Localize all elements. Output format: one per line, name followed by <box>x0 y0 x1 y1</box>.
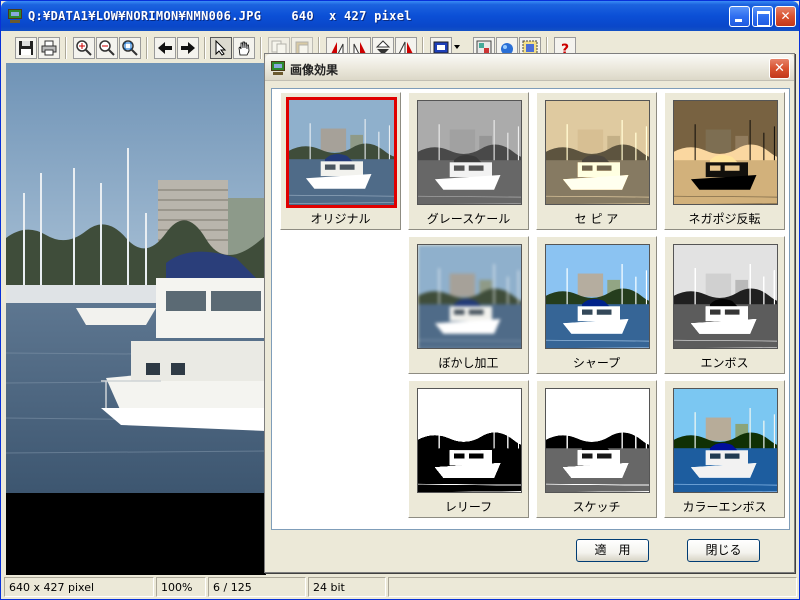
close-button[interactable]: ✕ <box>775 6 796 27</box>
effect-tile-sepia[interactable]: セ ピ ア <box>536 92 657 230</box>
effect-thumbnail <box>545 244 650 349</box>
effect-tile-blur[interactable]: ぼかし加工 <box>408 236 529 374</box>
floppy-disk-icon <box>19 41 33 55</box>
status-color-depth: 24 bit <box>308 577 386 597</box>
effect-label-text: カラーエンボス <box>682 500 767 514</box>
effect-thumbnail <box>417 388 522 493</box>
effect-thumbnail <box>417 244 522 349</box>
arrow-left-icon <box>158 42 172 54</box>
effect-label-text: オリジナル <box>307 212 374 226</box>
main-window: Q:¥DATA1¥LOW¥NORIMON¥NMN006.JPG 640 x 42… <box>0 0 800 600</box>
previous-image-button[interactable] <box>154 37 176 59</box>
print-button[interactable] <box>38 37 60 59</box>
status-dimensions: 640 x 427 pixel <box>4 577 154 597</box>
photo-image <box>6 63 266 493</box>
dialog-title-bar[interactable]: 画像効果 ✕ <box>265 54 794 81</box>
hand-tool-button[interactable] <box>233 37 255 59</box>
chevron-down-icon[interactable] <box>454 45 460 49</box>
printer-icon <box>41 40 57 56</box>
title-bar[interactable]: Q:¥DATA1¥LOW¥NORIMON¥NMN006.JPG 640 x 42… <box>1 1 799 31</box>
zoom-in-icon <box>76 40 92 56</box>
effect-label: エンボス <box>665 354 784 371</box>
effect-label-text: スケッチ <box>572 500 621 514</box>
zoom-fit-button[interactable] <box>119 37 141 59</box>
effect-thumbnail <box>286 97 397 208</box>
effect-label: グレースケール <box>409 210 528 227</box>
effect-label: オリジナル <box>281 210 400 227</box>
effect-label: シャープ <box>537 354 656 371</box>
effect-label-text: エンボス <box>700 356 749 370</box>
effect-tile-emboss[interactable]: エンボス <box>664 236 785 374</box>
save-button[interactable] <box>15 37 37 59</box>
effect-thumbnail <box>417 100 522 205</box>
effect-tile-negative[interactable]: ネガポジ反転 <box>664 92 785 230</box>
dialog-icon <box>270 60 286 76</box>
effect-tile-relief[interactable]: レリーフ <box>408 380 529 518</box>
effect-label-text: レリーフ <box>444 500 493 514</box>
zoom-in-button[interactable] <box>73 37 95 59</box>
status-image-index: 6 / 125 <box>208 577 306 597</box>
effect-label: ぼかし加工 <box>409 354 528 371</box>
effect-label: スケッチ <box>537 498 656 515</box>
apply-button[interactable]: 適 用 <box>576 539 649 562</box>
next-image-button[interactable] <box>177 37 199 59</box>
effect-thumbnail <box>545 388 650 493</box>
effects-panel: オリジナル グレースケール セ ピ ア ネガポジ反転ぼかし加工 シャープ エンボスレリーフ… <box>271 88 790 530</box>
effect-label-text: ネガポジ反転 <box>688 212 761 226</box>
minimize-icon <box>730 7 749 26</box>
maximize-icon <box>753 7 772 26</box>
zoom-out-icon <box>99 40 115 56</box>
zoom-fit-icon <box>122 40 138 56</box>
dialog-title: 画像効果 <box>290 63 339 77</box>
status-bar: 640 x 427 pixel 100% 6 / 125 24 bit <box>3 576 799 598</box>
effect-label-text: ぼかし加工 <box>438 356 499 370</box>
effect-label: ネガポジ反転 <box>665 210 784 227</box>
hand-icon <box>238 41 250 56</box>
effect-thumbnail <box>673 244 778 349</box>
image-view[interactable] <box>6 63 266 575</box>
arrow-right-icon <box>181 42 195 54</box>
effect-tile-sharpen[interactable]: シャープ <box>536 236 657 374</box>
effect-label-text: グレースケール <box>426 212 511 226</box>
maximize-button[interactable] <box>752 6 773 27</box>
status-zoom: 100% <box>156 577 206 597</box>
effect-thumbnail <box>673 100 778 205</box>
effect-label: カラーエンボス <box>665 498 784 515</box>
minimize-button[interactable] <box>729 6 750 27</box>
effect-tile-color-emboss[interactable]: カラーエンボス <box>664 380 785 518</box>
effect-tile-grayscale[interactable]: グレースケール <box>408 92 529 230</box>
effect-label-text: セ ピ ア <box>574 212 619 226</box>
app-icon <box>7 8 23 24</box>
effect-label: レリーフ <box>409 498 528 515</box>
close-icon: ✕ <box>774 61 785 76</box>
effect-thumbnail <box>545 100 650 205</box>
dialog-close-text-button[interactable]: 閉じる <box>687 539 760 562</box>
select-tool-button[interactable] <box>210 37 232 59</box>
effects-dialog: 画像効果 ✕ オリジナル グレースケール セ ピ ア ネガポジ反転ぼかし加工 シャープ エ… <box>264 53 795 573</box>
effect-label-text: シャープ <box>572 356 621 370</box>
window-title: Q:¥DATA1¥LOW¥NORIMON¥NMN006.JPG 640 x 42… <box>28 9 412 23</box>
dialog-close-button[interactable]: ✕ <box>769 58 790 79</box>
status-extra <box>388 577 797 597</box>
zoom-out-button[interactable] <box>96 37 118 59</box>
effect-label: セ ピ ア <box>537 210 656 227</box>
cursor-icon <box>215 40 227 56</box>
effect-tile-original[interactable]: オリジナル <box>280 92 401 230</box>
effect-thumbnail <box>673 388 778 493</box>
effect-tile-sketch[interactable]: スケッチ <box>536 380 657 518</box>
close-icon: ✕ <box>780 9 791 23</box>
